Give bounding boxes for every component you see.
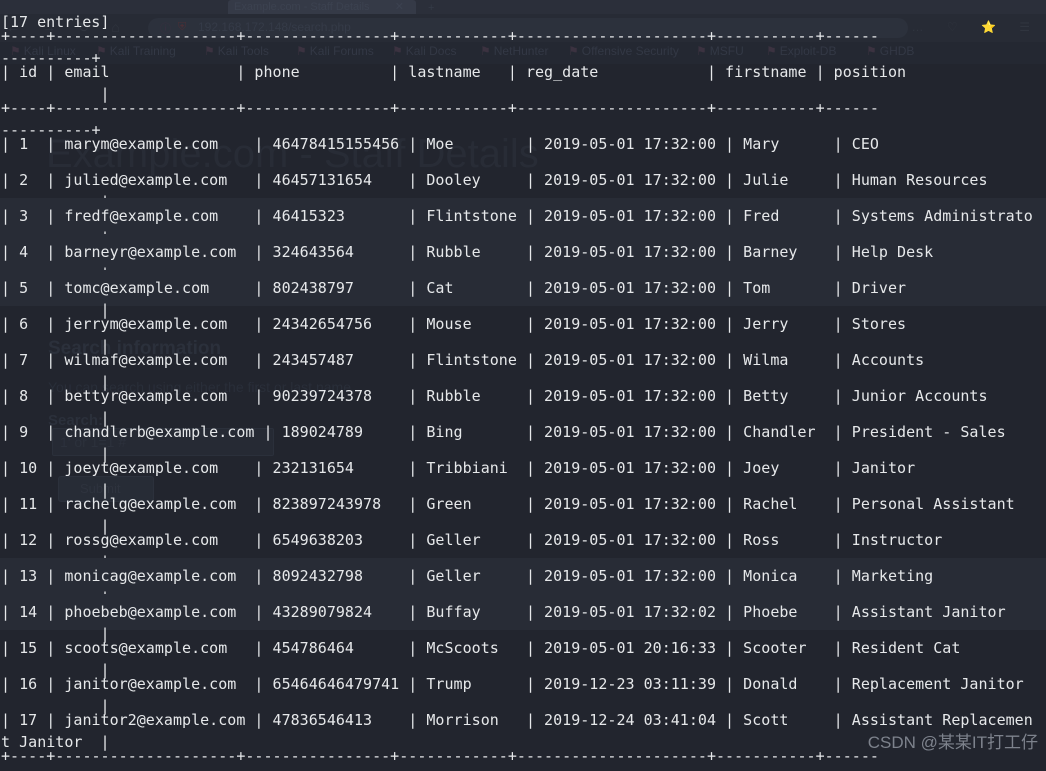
table-row-text: | 8 | bettyr@example.com | 90239724378 |… xyxy=(1,387,988,405)
table-row: | 13 | monicag@example.com | 8092432798 … xyxy=(0,558,1046,607)
table-row: | 4 | barneyr@example.com | 324643564 | … xyxy=(0,234,1046,283)
table-rule-mid: +----+--------------------+-------------… xyxy=(0,90,1046,139)
table-row-text: | 1 | marym@example.com | 46478415155456… xyxy=(1,135,879,153)
terminal-screenshot: Example.com - Staff Details ✕ + ← → ↻ ⌂ … xyxy=(0,0,1046,771)
table-row: | 5 | tomc@example.com | 802438797 | Cat… xyxy=(0,270,1046,319)
table-row-text: | 15 | scoots@example.com | 454786464 | … xyxy=(1,639,961,657)
table-rule-top: +----+--------------------+-------------… xyxy=(0,18,1046,67)
table-row-text: | 11 | rachelg@example.com | 82389724397… xyxy=(1,495,1015,513)
table-row-text: | 16 | janitor@example.com | 65464646479… xyxy=(1,675,1024,693)
table-row-text: | 13 | monicag@example.com | 8092432798 … xyxy=(1,567,934,585)
table-row-text: | 6 | jerrym@example.com | 24342654756 |… xyxy=(1,315,907,333)
table-row: | 12 | rossg@example.com | 6549638203 | … xyxy=(0,522,1046,571)
table-row-text: | 2 | julied@example.com | 46457131654 |… xyxy=(1,171,988,189)
table-row-text: | 3 | fredf@example.com | 46415323 | Fli… xyxy=(1,207,1033,225)
table-row: | 1 | marym@example.com | 46478415155456… xyxy=(0,126,1046,162)
watermark: CSDN @某某IT打工仔 xyxy=(867,733,1038,752)
table-row-text: | 10 | joeyt@example.com | 232131654 | T… xyxy=(1,459,916,477)
table-row: | 15 | scoots@example.com | 454786464 | … xyxy=(0,630,1046,679)
table-row: | 2 | julied@example.com | 46457131654 |… xyxy=(0,162,1046,211)
table-row-text: | 14 | phoebeb@example.com | 43289079824… xyxy=(1,603,1006,621)
table-row: | 10 | joeyt@example.com | 232131654 | T… xyxy=(0,450,1046,499)
table-header-text: | id | email | phone | lastname | reg_da… xyxy=(1,63,907,81)
table-row-text: | 9 | chandlerb@example.com | 189024789 … xyxy=(1,423,1006,441)
table-row: | 11 | rachelg@example.com | 82389724397… xyxy=(0,486,1046,535)
table-row: | 8 | bettyr@example.com | 90239724378 |… xyxy=(0,378,1046,427)
table-row: | 9 | chandlerb@example.com | 189024789 … xyxy=(0,414,1046,463)
table-row-text: | 12 | rossg@example.com | 6549638203 | … xyxy=(1,531,943,549)
terminal-output: [17 entries] +----+--------------------+… xyxy=(0,0,1046,771)
table-row-text: | 5 | tomc@example.com | 802438797 | Cat… xyxy=(1,279,907,297)
table-row: | 6 | jerrym@example.com | 24342654756 |… xyxy=(0,306,1046,355)
table-row: | 16 | janitor@example.com | 65464646479… xyxy=(0,666,1046,715)
table-row-text: | 7 | wilmaf@example.com | 243457487 | F… xyxy=(1,351,925,369)
table-header: | id | email | phone | lastname | reg_da… xyxy=(0,54,1046,103)
table-row: | 7 | wilmaf@example.com | 243457487 | F… xyxy=(0,342,1046,391)
table-row-text: | 4 | barneyr@example.com | 324643564 | … xyxy=(1,243,934,261)
table-row: | 3 | fredf@example.com | 46415323 | Fli… xyxy=(0,198,1046,247)
table-row: | 14 | phoebeb@example.com | 43289079824… xyxy=(0,594,1046,643)
